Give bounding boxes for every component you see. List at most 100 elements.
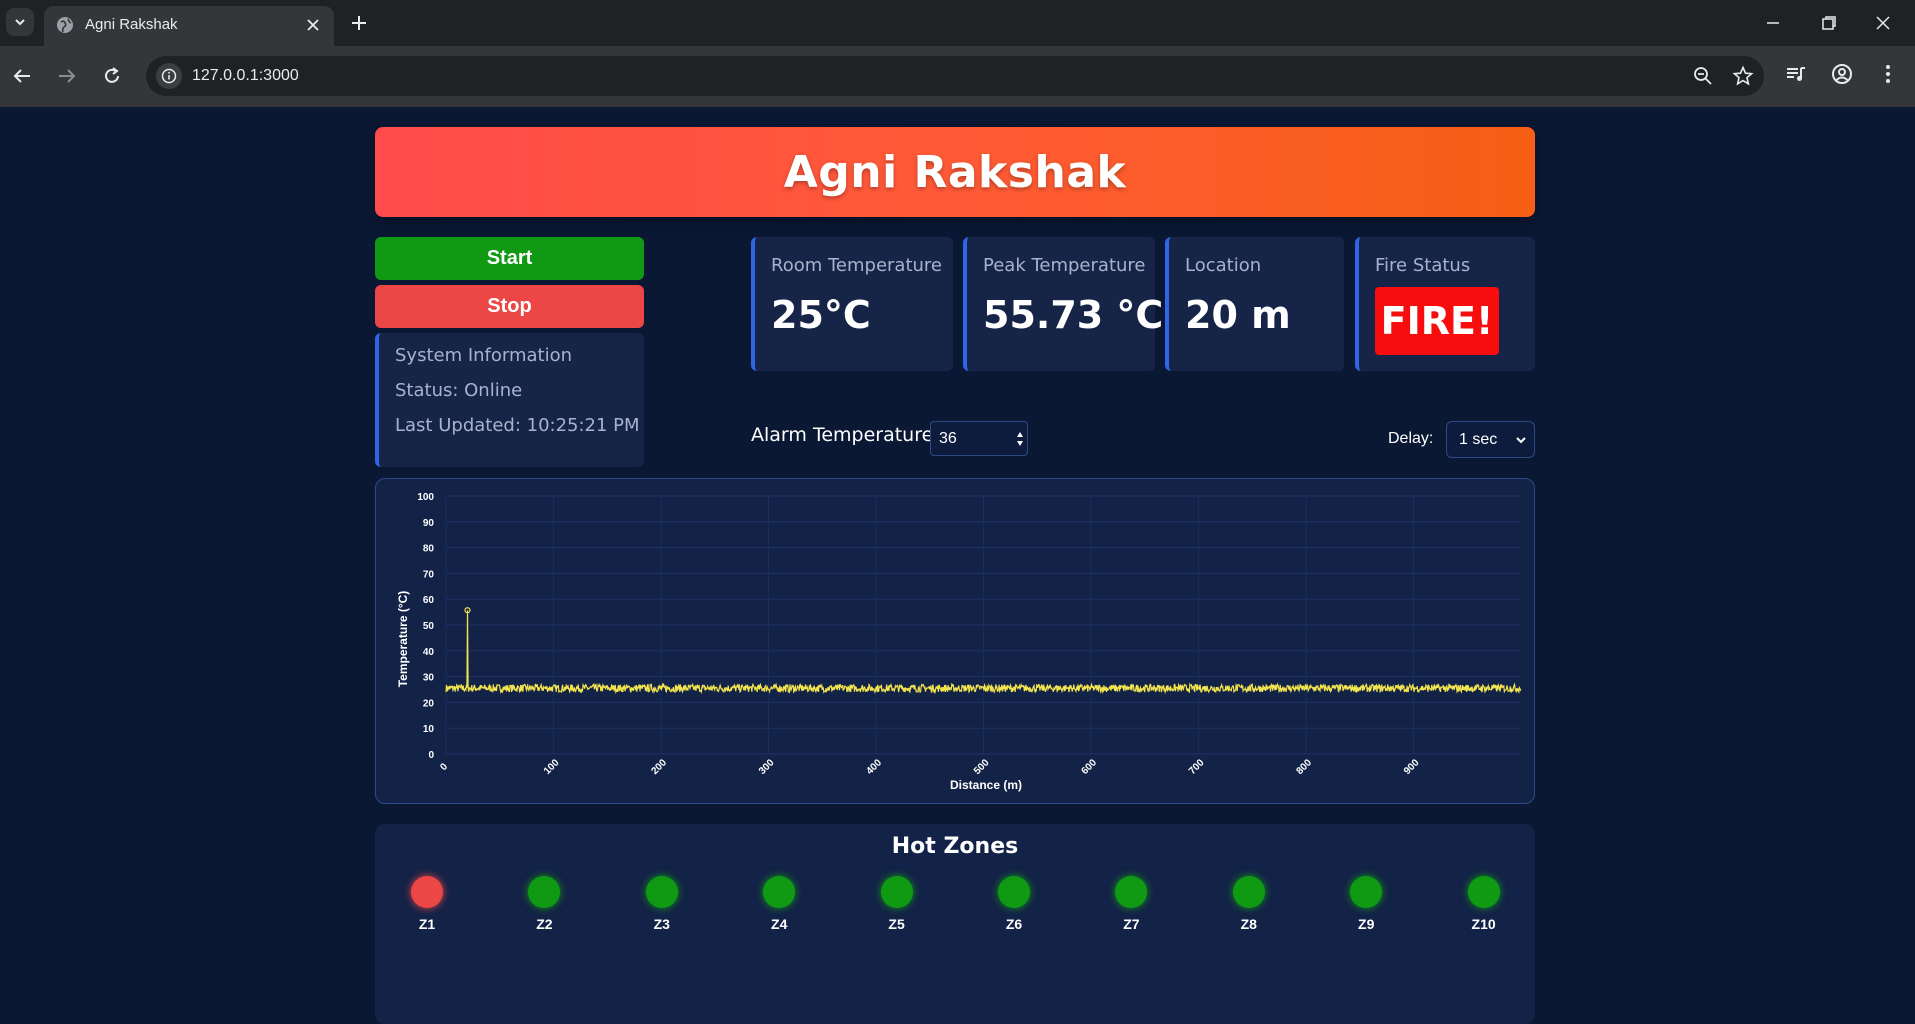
address-bar[interactable]: 127.0.0.1:3000 — [146, 56, 1764, 96]
y-tick-label: 60 — [423, 595, 435, 606]
zone-label: Z2 — [536, 916, 553, 932]
zone-indicator-dot — [1232, 876, 1265, 908]
system-information-panel: System Information Status: Online Last U… — [375, 333, 644, 467]
system-status: Status: Online — [395, 380, 523, 401]
kebab-menu-icon[interactable] — [1876, 62, 1900, 86]
hot-zone-z10: Z10 — [1454, 876, 1514, 932]
hot-zone-z2: Z2 — [514, 876, 574, 932]
y-tick-label: 0 — [428, 750, 434, 761]
x-tick-label: 200 — [649, 757, 669, 777]
x-tick-label: 400 — [864, 757, 884, 777]
restore-icon[interactable] — [1818, 12, 1840, 34]
y-tick-label: 80 — [423, 544, 435, 555]
tab-title: Agni Rakshak — [85, 16, 178, 33]
chevron-down-icon — [1516, 437, 1526, 444]
globe-icon — [57, 17, 73, 33]
y-tick-label: 100 — [417, 492, 434, 503]
x-tick-label: 600 — [1079, 757, 1099, 777]
window-close-icon[interactable] — [1872, 12, 1894, 34]
hot-zone-z5: Z5 — [867, 876, 927, 932]
hot-zones-panel: Hot Zones Z1 Z2 Z3 Z4 Z5 Z6 Z7 Z8 Z9 Z10 — [375, 824, 1535, 1024]
zone-label: Z5 — [888, 916, 905, 932]
close-icon[interactable] — [304, 16, 322, 34]
x-tick-label: 500 — [972, 757, 992, 777]
stop-button[interactable]: Stop — [375, 285, 644, 328]
x-axis-label: Distance (m) — [950, 778, 1022, 792]
y-tick-label: 50 — [423, 621, 435, 632]
zone-label: Z1 — [418, 916, 436, 932]
url-text: 127.0.0.1:3000 — [192, 67, 299, 84]
x-tick-label: 0 — [438, 761, 450, 773]
zoom-out-icon[interactable] — [1692, 65, 1714, 87]
start-button[interactable]: Start — [375, 237, 644, 280]
profile-icon[interactable] — [1830, 62, 1854, 86]
media-queue-icon[interactable] — [1784, 62, 1808, 86]
delay-label: Delay: — [1388, 430, 1434, 447]
alarm-temperature-label: Alarm Temperature: — [751, 424, 940, 446]
delay-selected-value: 1 sec — [1459, 431, 1498, 448]
zone-indicator-dot — [880, 876, 913, 908]
y-tick-label: 40 — [423, 647, 435, 658]
zone-indicator-dot — [1467, 876, 1500, 908]
room-temperature-label: Room Temperature — [771, 255, 942, 276]
hot-zone-z3: Z3 — [632, 876, 692, 932]
room-temperature-card: Room Temperature 25°C — [751, 237, 953, 371]
page-content: Agni Rakshak Start Stop System Informati… — [0, 107, 1915, 1024]
reload-icon[interactable] — [100, 64, 124, 88]
zone-label: Z6 — [1005, 916, 1023, 932]
spinner-arrows-icon[interactable] — [1016, 429, 1024, 449]
system-info-heading: System Information — [395, 345, 573, 366]
zone-label: Z9 — [1358, 916, 1375, 932]
star-icon[interactable] — [1732, 65, 1754, 87]
zone-label: Z7 — [1123, 916, 1140, 932]
y-axis-label: Temperature (°C) — [396, 591, 410, 688]
delay-select[interactable]: 1 sec — [1446, 421, 1535, 458]
x-tick-label: 900 — [1402, 757, 1422, 777]
peak-temperature-card: Peak Temperature 55.73 °C — [963, 237, 1163, 371]
zone-label: Z10 — [1471, 916, 1496, 932]
app-header: Agni Rakshak — [375, 127, 1535, 217]
y-tick-label: 30 — [423, 673, 435, 684]
info-icon — [161, 68, 177, 84]
minimize-icon[interactable] — [1762, 12, 1784, 34]
location-label: Location — [1185, 255, 1262, 276]
plus-icon[interactable] — [348, 12, 370, 34]
x-tick-label: 700 — [1187, 757, 1207, 777]
hot-zone-z9: Z9 — [1336, 876, 1396, 932]
temperature-chart-panel: 0 10 20 30 40 50 60 70 80 90 100 0 100 200 300 400 500 6… — [375, 478, 1535, 804]
zone-indicator-dot — [411, 876, 443, 908]
hot-zone-z8: Z8 — [1219, 876, 1279, 932]
y-tick-label: 90 — [423, 518, 435, 529]
room-temperature-value: 25°C — [771, 293, 871, 337]
browser-toolbar: 127.0.0.1:3000 — [0, 46, 1915, 107]
temperature-distance-chart: 0 10 20 30 40 50 60 70 80 90 100 0 100 200 300 400 500 6… — [396, 492, 1522, 792]
peak-temperature-label: Peak Temperature — [983, 255, 1146, 276]
hot-zone-z4: Z4 — [749, 876, 809, 932]
forward-arrow-icon[interactable] — [55, 64, 79, 88]
fire-status-label: Fire Status — [1375, 255, 1471, 276]
fire-status-badge: FIRE! — [1375, 287, 1499, 355]
zone-indicator-dot — [998, 876, 1030, 908]
x-tick-label: 100 — [542, 757, 562, 777]
location-value: 20 m — [1185, 293, 1291, 337]
y-tick-label: 20 — [423, 698, 435, 709]
hot-zone-z7: Z7 — [1101, 876, 1161, 932]
x-tick-label: 800 — [1294, 757, 1314, 777]
browser-tab-strip: Agni Rakshak — [0, 0, 1915, 46]
site-info-button[interactable] — [156, 63, 182, 89]
app-title: Agni Rakshak — [783, 146, 1127, 198]
tab-search-button[interactable] — [6, 8, 34, 36]
last-updated: Last Updated: 10:25:21 PM — [395, 415, 640, 436]
hot-zone-z1: Z1 — [397, 876, 457, 932]
browser-tab-active[interactable]: Agni Rakshak — [44, 6, 334, 46]
zone-indicator-dot — [645, 876, 678, 908]
alarm-temperature-input[interactable] — [930, 421, 1028, 456]
zone-indicator-dot — [1115, 876, 1148, 908]
y-tick-label: 70 — [423, 569, 435, 580]
zone-indicator-dot — [528, 876, 561, 908]
hot-zone-z6: Z6 — [984, 876, 1044, 932]
location-card: Location 20 m — [1165, 237, 1344, 371]
chevron-down-icon — [15, 19, 25, 26]
hot-zones-title: Hot Zones — [891, 834, 1019, 859]
back-arrow-icon[interactable] — [10, 64, 34, 88]
